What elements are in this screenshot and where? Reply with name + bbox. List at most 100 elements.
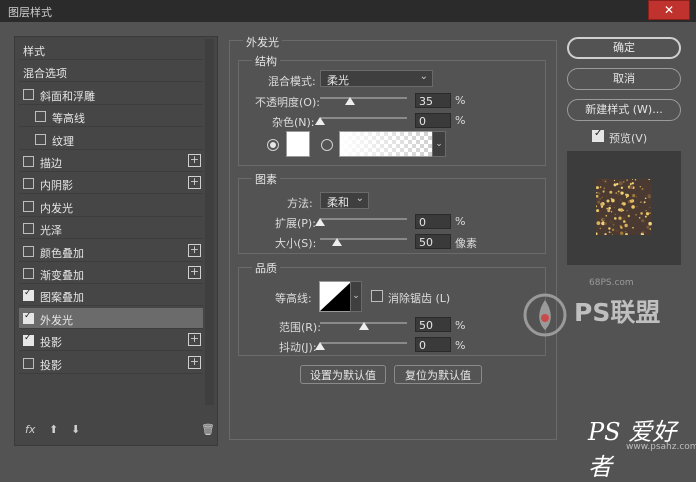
sidebar-item[interactable]: 颜色叠加 + (19, 241, 203, 262)
sidebar-item-label: 纹理 (52, 134, 74, 148)
move-down-icon[interactable]: ⬇ (71, 423, 80, 436)
sidebar-item[interactable]: 等高线 (19, 106, 203, 128)
set-default-button[interactable]: 设置为默认值 (300, 365, 386, 384)
opacity-slider-thumb[interactable] (345, 97, 356, 105)
range-slider-thumb[interactable] (358, 322, 369, 330)
spread-input[interactable]: 0 (415, 214, 451, 229)
sidebar-item[interactable]: 投影 + (19, 330, 203, 352)
noise-unit: % (455, 114, 466, 127)
trash-icon[interactable]: 🗑 (201, 423, 215, 436)
sidebar-item[interactable]: 渐变叠加 + (19, 263, 203, 284)
sidebar-item-checkbox[interactable] (35, 111, 46, 123)
gradient-dropdown-icon[interactable]: ⌄ (432, 131, 446, 157)
sidebar-item[interactable]: 斜面和浮雕 (19, 84, 203, 105)
move-up-icon[interactable]: ⬆ (49, 423, 58, 436)
sidebar-item-label: 光泽 (40, 224, 62, 238)
blend-mode-value: 柔光 (327, 74, 349, 87)
sidebar-item-label: 斜面和浮雕 (40, 89, 95, 103)
sidebar-item-checkbox[interactable] (23, 333, 34, 347)
jitter-slider[interactable] (320, 342, 407, 344)
style-list-scrollbar[interactable] (205, 39, 214, 405)
add-effect-icon[interactable]: + (188, 266, 201, 279)
close-button[interactable]: ✕ (648, 0, 690, 20)
color-radio[interactable] (267, 139, 279, 151)
noise-input[interactable]: 0 (415, 113, 451, 128)
style-list-toolbar: fx ⬆ ⬇ 🗑 (23, 423, 215, 437)
spread-label: 扩展(P): (275, 217, 316, 230)
sidebar-item[interactable]: 光泽 (19, 218, 203, 240)
sidebar-item-label: 图案叠加 (40, 291, 84, 305)
sidebar-item-label: 外发光 (40, 313, 73, 327)
preview-checkbox[interactable]: ✓ (592, 128, 604, 142)
sidebar-item-checkbox[interactable] (23, 178, 34, 190)
sidebar-item[interactable]: 混合选项 (19, 61, 203, 83)
sidebar-item[interactable]: 样式 (19, 39, 203, 60)
antialias-checkbox[interactable] (371, 290, 383, 302)
noise-slider-thumb[interactable] (315, 117, 325, 125)
sidebar-item[interactable]: 内阴影 + (19, 173, 203, 195)
opacity-input[interactable]: 35 (415, 93, 451, 108)
sidebar-item-label: 内阴影 (40, 179, 73, 193)
chevron-down-icon: ⌄ (355, 193, 364, 204)
new-style-button[interactable]: 新建样式 (W)... (567, 99, 681, 121)
jitter-slider-thumb[interactable] (315, 342, 325, 350)
sidebar-item[interactable]: 内发光 (19, 196, 203, 217)
preview-label: 预览(V) (609, 132, 648, 145)
contour-picker[interactable] (319, 281, 352, 312)
sidebar-item-checkbox[interactable] (23, 268, 34, 279)
cancel-button[interactable]: 取消 (567, 68, 681, 90)
blend-mode-select[interactable]: 柔光 ⌄ (320, 70, 433, 87)
jitter-unit: % (455, 339, 466, 352)
blend-mode-label: 混合模式: (268, 75, 316, 88)
sidebar-item-label: 等高线 (52, 112, 85, 126)
spread-slider[interactable] (320, 218, 407, 220)
add-effect-icon[interactable]: + (188, 333, 201, 347)
add-effect-icon[interactable]: + (188, 355, 201, 369)
style-list-panel: 样式混合选项斜面和浮雕等高线纹理描边 + 内阴影 + 内发光光泽颜色叠加 + 渐变叠加 + 图案… (14, 36, 218, 446)
contour-dropdown-icon[interactable]: ⌄ (350, 281, 362, 312)
sidebar-item-checkbox[interactable] (23, 357, 34, 369)
sidebar-item[interactable]: 描边 + (19, 151, 203, 172)
sidebar-item[interactable]: 纹理 (19, 129, 203, 150)
sidebar-item-label: 投影 (40, 358, 62, 372)
add-effect-icon[interactable]: + (188, 176, 201, 190)
sidebar-item[interactable]: 投影 + (19, 353, 203, 374)
outer-glow-title: 外发光 (243, 34, 282, 50)
structure-heading: 结构 (252, 53, 280, 69)
sidebar-item-label: 内发光 (40, 201, 73, 215)
watermark-url: www.psahz.com (626, 442, 696, 452)
reset-default-button[interactable]: 复位为默认值 (394, 365, 482, 384)
sidebar-item[interactable]: 外发光 (19, 307, 203, 329)
jitter-input[interactable]: 0 (415, 337, 451, 352)
method-value: 柔和 (327, 196, 349, 209)
fx-icon[interactable]: fx (25, 423, 35, 436)
range-input[interactable]: 50 (415, 317, 451, 332)
size-input[interactable]: 50 (415, 234, 451, 249)
sidebar-item-checkbox[interactable] (23, 223, 34, 235)
opacity-label: 不透明度(O): (255, 96, 320, 109)
noise-slider[interactable] (320, 117, 407, 119)
sidebar-item-label: 描边 (40, 157, 62, 170)
sidebar-item-checkbox[interactable] (23, 88, 34, 100)
sidebar-item-checkbox[interactable] (35, 133, 46, 145)
gradient-radio[interactable] (321, 139, 333, 151)
opacity-slider[interactable] (320, 97, 407, 99)
glow-color-swatch[interactable] (286, 131, 310, 157)
add-effect-icon[interactable]: + (188, 154, 201, 167)
sidebar-item-checkbox[interactable] (23, 288, 34, 302)
spread-slider-thumb[interactable] (315, 218, 325, 226)
sidebar-item-label: 颜色叠加 (40, 246, 84, 260)
sidebar-item-checkbox[interactable] (23, 245, 34, 257)
size-slider-thumb[interactable] (332, 238, 343, 246)
sidebar-item-checkbox[interactable] (23, 156, 34, 167)
watermark-brand: PS联盟 (574, 298, 661, 327)
sidebar-item-checkbox[interactable] (23, 200, 34, 212)
ok-button[interactable]: 确定 (567, 37, 681, 59)
method-select[interactable]: 柔和 ⌄ (320, 192, 369, 209)
glow-gradient-swatch[interactable] (339, 131, 434, 157)
sidebar-item[interactable]: 图案叠加 (19, 285, 203, 307)
sidebar-item-checkbox[interactable] (23, 311, 34, 324)
contour-curve-icon (320, 282, 351, 311)
add-effect-icon[interactable]: + (188, 243, 201, 257)
noise-label: 杂色(N): (272, 116, 315, 129)
